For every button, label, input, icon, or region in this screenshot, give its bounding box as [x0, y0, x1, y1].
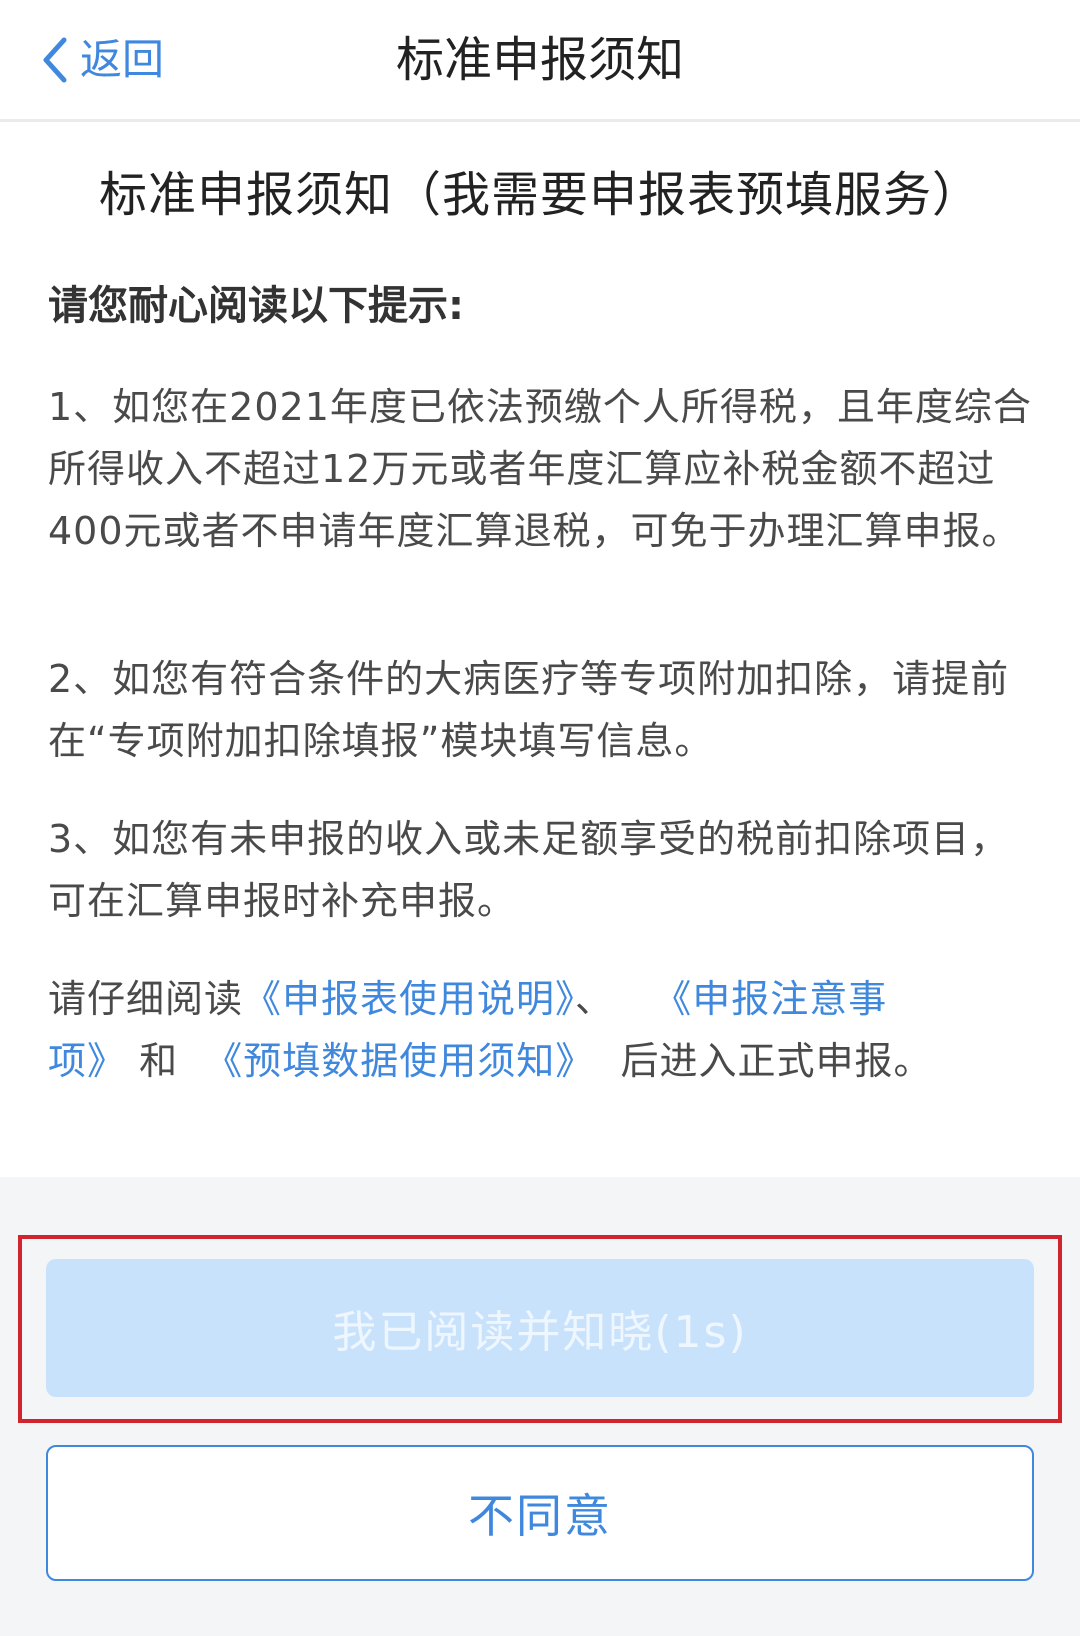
page-title: 标准申报须知 — [395, 32, 684, 88]
notice-item-3: 3、如您有未申报的收入或未足额享受的税前扣除项目，可在汇算申报时补充申报。 — [48, 817, 1010, 923]
agree-button[interactable]: 我已阅读并知晓(1s) — [46, 1259, 1034, 1397]
read-note-and: 和 — [139, 1039, 179, 1083]
notice-title: 标准申报须知（我需要申报表预填服务） — [98, 167, 981, 223]
link-form-instructions[interactable]: 《申报表使用说明》 — [243, 977, 575, 1021]
read-note-prefix: 请仔细阅读 — [48, 977, 244, 1021]
notice-item-1: 1、如您在2021年度已依法预缴个人所得税，且年度综合所得收入不超过12万元或者… — [48, 385, 1032, 553]
disagree-button[interactable]: 不同意 — [46, 1445, 1034, 1581]
read-note-suffix: 后进入正式申报。 — [620, 1039, 933, 1083]
notice-intro: 请您耐心阅读以下提示: — [48, 283, 464, 329]
navbar: 返回 标准申报须知 — [0, 0, 1080, 122]
notice-content: 标准申报须知（我需要申报表预填服务） 请您耐心阅读以下提示: 1、如您在2021… — [0, 122, 1080, 1177]
action-area: 我已阅读并知晓(1s) 不同意 — [0, 1177, 1080, 1636]
page: 返回 标准申报须知 标准申报须知（我需要申报表预填服务） 请您耐心阅读以下提示:… — [0, 0, 1080, 1636]
read-note-separator: 、 — [575, 977, 615, 1021]
link-prefill-data-notice[interactable]: 《预填数据使用须知》 — [204, 1039, 594, 1083]
notice-item-2: 2、如您有符合条件的大病医疗等专项附加扣除，请提前在“专项附加扣除填报”模块填写… — [48, 657, 1010, 763]
read-documents-note: 请仔细阅读《申报表使用说明》、 《申报注意事项》 和 《预填数据使用须知》 后进… — [48, 968, 1038, 1092]
